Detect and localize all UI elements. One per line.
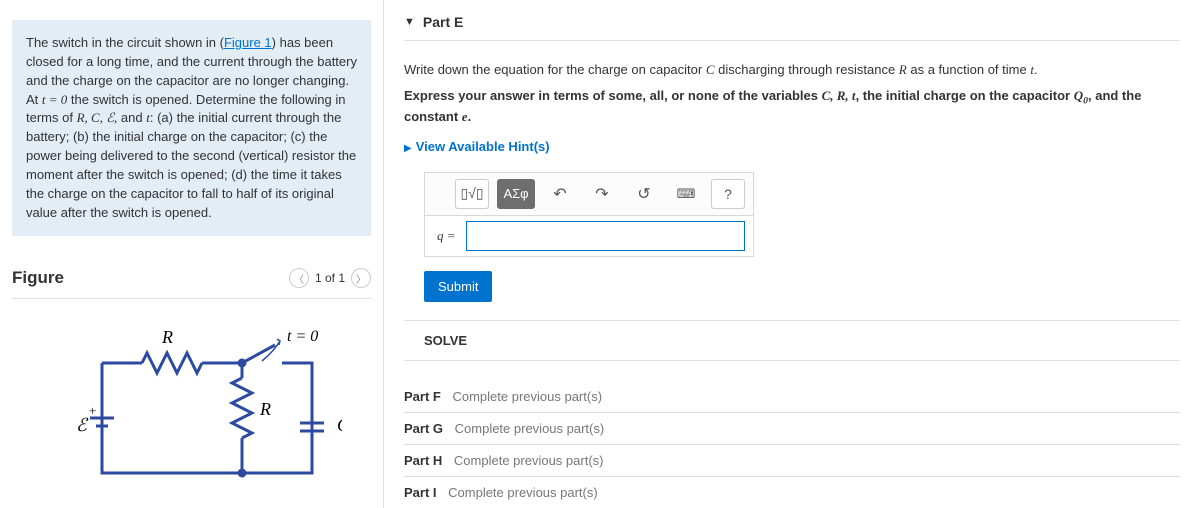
redo-button[interactable]: ↷: [585, 179, 619, 209]
problem-statement: The switch in the circuit shown in (Figu…: [12, 20, 371, 236]
instruction-bold: Express your answer in terms of some, al…: [404, 87, 1180, 126]
locked-part: Part H Complete previous part(s): [404, 445, 1180, 477]
figure-title: Figure: [12, 268, 64, 288]
svg-text:R: R: [161, 327, 173, 347]
locked-part: Part G Complete previous part(s): [404, 413, 1180, 445]
locked-part: Part F Complete previous part(s): [404, 381, 1180, 413]
keyboard-button[interactable]: ⌨: [669, 179, 703, 209]
instruction: Write down the equation for the charge o…: [404, 61, 1180, 79]
svg-text:t = 0: t = 0: [287, 328, 318, 345]
reset-button[interactable]: ↺: [627, 179, 661, 209]
answer-input[interactable]: [466, 221, 745, 251]
svg-text:C: C: [337, 415, 342, 435]
part-e-header[interactable]: ▼ Part E: [404, 0, 1180, 41]
figure-pager: 〈 1 of 1 〉: [289, 268, 371, 288]
pager-next[interactable]: 〉: [351, 268, 371, 288]
undo-button[interactable]: ↶: [543, 179, 577, 209]
svg-text:+: +: [89, 403, 96, 418]
help-button[interactable]: ?: [711, 179, 745, 209]
equation-toolbar: ▯√▯ ΑΣφ ↶ ↷ ↺ ⌨ ?: [424, 172, 754, 215]
collapse-icon: ▼: [404, 16, 415, 28]
pager-prev[interactable]: 〈: [289, 268, 309, 288]
greek-button[interactable]: ΑΣφ: [497, 179, 535, 209]
chevron-right-icon: ▶: [404, 143, 412, 154]
templates-button[interactable]: ▯√▯: [455, 179, 489, 209]
answer-lhs: q =: [425, 228, 466, 244]
submit-button[interactable]: Submit: [424, 271, 492, 302]
figure-link[interactable]: Figure 1: [224, 35, 272, 50]
view-hints[interactable]: ▶View Available Hint(s): [404, 139, 1180, 154]
locked-part: Part I Complete previous part(s): [404, 477, 1180, 508]
svg-text:ℰ: ℰ: [76, 415, 89, 435]
solve-header: SOLVE: [404, 320, 1180, 361]
circuit-figure: R R C ℰ t = 0 +: [8, 323, 375, 503]
svg-text:R: R: [259, 399, 271, 419]
